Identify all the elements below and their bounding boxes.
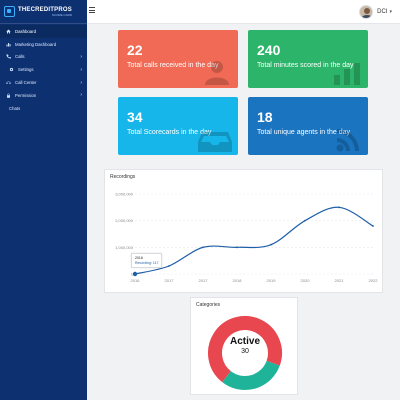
- stat-card-minutes[interactable]: 240 Total minutes scored in the day: [248, 30, 368, 88]
- data-point[interactable]: [270, 243, 272, 246]
- brand-logo[interactable]: THECREDITPROS SCORE CARD: [0, 0, 87, 24]
- series-line: [134, 206, 374, 275]
- recordings-chart: 3,000,0002,000,0001,000,00012016 2017 2017…: [115, 192, 379, 284]
- chart-tooltip: 2016 Recording: 117: [131, 253, 163, 268]
- sidebar-item-label: Calls: [15, 54, 25, 60]
- sidebar-item-dashboard[interactable]: Dashboard: [0, 25, 87, 38]
- categories-chart-panel: Categories Active 30: [190, 297, 298, 395]
- stat-value: 22: [127, 42, 143, 58]
- chevron-right-icon: ›: [80, 79, 82, 86]
- gear-icon: [9, 67, 14, 72]
- data-point[interactable]: [304, 219, 306, 222]
- x-tick-label: 2019: [267, 278, 277, 283]
- sidebar-item-label: Chats: [9, 105, 21, 111]
- data-point[interactable]: [132, 271, 138, 277]
- sidebar-item-label: Permission: [15, 92, 37, 98]
- data-point[interactable]: [236, 246, 238, 249]
- sidebar-item-label: Marketing Dashboard: [15, 41, 57, 47]
- chevron-down-icon: ▾: [389, 9, 392, 15]
- chevron-right-icon: ›: [80, 92, 82, 99]
- stat-card-agents[interactable]: 18 Total unique agents in the day: [248, 97, 368, 155]
- x-tick-label: 2018: [233, 278, 243, 283]
- x-tick-label: 2022: [369, 278, 379, 283]
- top-bar: DCI ▾: [87, 0, 400, 24]
- sidebar-item-chats[interactable]: Chats: [0, 102, 87, 115]
- sidebar-item-settings[interactable]: Settings ›: [0, 63, 87, 76]
- stat-card-scorecards[interactable]: 34 Total Scorecards in the day: [118, 97, 238, 155]
- tooltip-value: Recording: 117: [135, 261, 159, 265]
- recordings-chart-panel: 3,000,000 2,000,000 1,000,000 1 2016 2017 2017…: [104, 169, 383, 293]
- categories-title: Categories: [196, 302, 221, 308]
- logo-icon: [4, 6, 15, 17]
- sidebar-item-permission[interactable]: Permission ›: [0, 89, 87, 102]
- brand-subtitle: SCORE CARD: [51, 12, 72, 17]
- sidebar-item-marketing-dashboard[interactable]: Marketing Dashboard: [0, 38, 87, 51]
- stat-value: 34: [127, 109, 143, 125]
- sidebar-item-call-center[interactable]: Call Center ›: [0, 76, 87, 89]
- chart-icon: [6, 42, 11, 47]
- donut-center: Active 30: [191, 336, 299, 355]
- bar-chart-icon: [334, 63, 360, 85]
- data-point[interactable]: [202, 246, 204, 249]
- sidebar-nav: Dashboard Marketing Dashboard Calls › Se…: [0, 25, 87, 115]
- tooltip-year: 2016: [135, 256, 143, 260]
- stat-value: 18: [257, 109, 273, 125]
- sidebar-item-calls[interactable]: Calls ›: [0, 51, 87, 64]
- x-tick-label: 2021: [335, 278, 345, 283]
- y-tick-label: 1,000,000: [115, 245, 134, 250]
- recordings-title: Recordings: [110, 174, 136, 180]
- headset-icon: [6, 80, 11, 85]
- sidebar-item-label: Call Center: [15, 80, 37, 86]
- donut-center-label: Active: [229, 336, 260, 347]
- donut-slice[interactable]: [222, 360, 280, 390]
- chevron-right-icon: ›: [80, 66, 82, 73]
- x-tick-label: 2017: [199, 278, 209, 283]
- user-name: DCI: [377, 9, 388, 15]
- data-point[interactable]: [168, 265, 170, 267]
- data-point[interactable]: [372, 225, 374, 227]
- sidebar: THECREDITPROS SCORE CARD Dashboard Marke…: [0, 0, 87, 400]
- chevron-right-icon: ›: [80, 53, 82, 60]
- avatar[interactable]: [359, 5, 374, 19]
- data-point[interactable]: [338, 206, 340, 209]
- sidebar-item-label: Dashboard: [15, 28, 37, 34]
- user-menu[interactable]: DCI ▾: [359, 5, 392, 19]
- y-tick-label: 3,000,000: [115, 192, 134, 197]
- user-icon: [205, 61, 229, 85]
- home-icon: [6, 29, 11, 34]
- x-tick-label: 2020: [301, 278, 311, 283]
- donut-center-value: 30: [241, 348, 249, 355]
- y-tick-label: 2,000,000: [115, 218, 134, 223]
- x-tick-label: 2016: [131, 278, 141, 283]
- stat-value: 240: [257, 42, 281, 58]
- lock-icon: [6, 93, 11, 98]
- inbox-icon: [198, 132, 232, 152]
- rss-icon: [336, 129, 359, 152]
- sidebar-item-label: Settings: [18, 67, 34, 73]
- phone-icon: [6, 54, 11, 60]
- x-tick-label: 2017: [165, 278, 175, 283]
- menu-toggle-icon[interactable]: [89, 7, 95, 13]
- brand-title: THECREDITPROS: [18, 6, 72, 13]
- stat-card-calls[interactable]: 22 Total calls received in the day: [118, 30, 238, 88]
